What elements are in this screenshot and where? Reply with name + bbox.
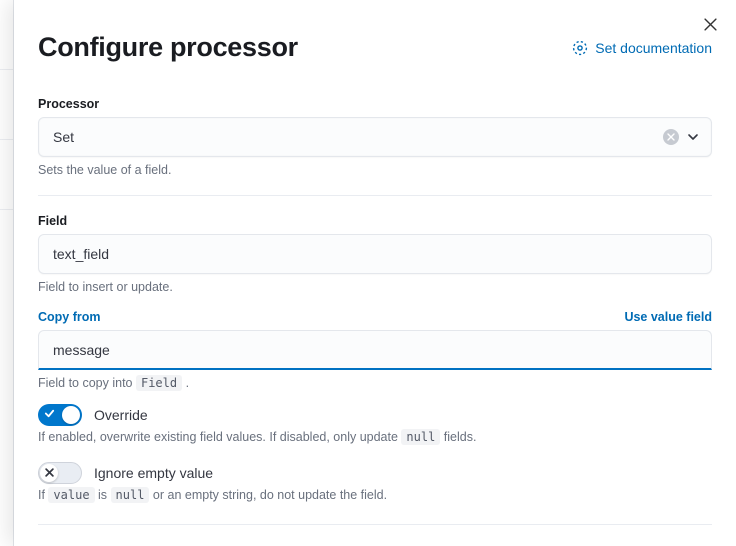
close-icon: [45, 468, 54, 477]
override-toggle[interactable]: [38, 404, 82, 426]
ignore-empty-toggle[interactable]: [38, 462, 82, 484]
ignore-empty-p2: is: [95, 488, 111, 502]
field-label: Field: [38, 214, 712, 228]
ignore-empty-label: Ignore empty value: [94, 465, 213, 481]
chevron-down-icon: [687, 131, 699, 143]
override-label: Override: [94, 407, 148, 423]
copy-from-group: Copy from Use value field Field to copy …: [38, 310, 712, 390]
use-value-field-link[interactable]: Use value field: [624, 310, 712, 324]
field-description: Field to insert or update.: [38, 280, 712, 294]
documentation-link[interactable]: Set documentation: [572, 40, 712, 56]
ignore-empty-p1: If: [38, 488, 48, 502]
ignore-empty-c2: null: [111, 487, 150, 503]
processor-label: Processor: [38, 97, 712, 111]
check-icon: [44, 408, 55, 419]
expand-processor-dropdown[interactable]: [685, 129, 701, 145]
override-help-suffix: fields.: [440, 430, 476, 444]
close-button[interactable]: [700, 14, 720, 34]
override-help: If enabled, overwrite existing field val…: [38, 430, 712, 444]
divider: [38, 195, 712, 196]
ignore-empty-p3: or an empty string, do not update the fi…: [149, 488, 387, 502]
override-toggle-row: Override: [38, 404, 712, 426]
help-icon: [572, 40, 588, 56]
override-help-prefix: If enabled, overwrite existing field val…: [38, 430, 401, 444]
copy-from-desc-suffix: .: [182, 376, 189, 390]
copy-from-desc-prefix: Field to copy into: [38, 376, 136, 390]
clear-processor-button[interactable]: [663, 129, 679, 145]
documentation-link-label: Set documentation: [595, 40, 712, 56]
processor-selected-value: Set: [39, 129, 663, 145]
copy-from-desc-code: Field: [136, 375, 182, 391]
background-underlay: [0, 0, 14, 546]
divider: [38, 524, 712, 525]
configure-processor-panel: Configure processor Set documentation Pr…: [14, 0, 736, 546]
processor-description: Sets the value of a field.: [38, 163, 712, 177]
copy-from-description: Field to copy into Field .: [38, 376, 712, 390]
copy-from-label: Copy from: [38, 310, 101, 324]
ignore-empty-help: If value is null or an empty string, do …: [38, 488, 712, 502]
processor-field-group: Processor Set Sets the value of a field.: [38, 97, 712, 177]
ignore-empty-toggle-row: Ignore empty value: [38, 462, 712, 484]
close-icon: [667, 133, 675, 141]
field-input[interactable]: [38, 234, 712, 274]
field-group: Field Field to insert or update.: [38, 214, 712, 294]
copy-from-input[interactable]: [38, 330, 712, 370]
override-help-code: null: [401, 429, 440, 445]
close-icon: [704, 18, 717, 31]
page-title: Configure processor: [38, 32, 298, 63]
ignore-empty-c1: value: [48, 487, 94, 503]
processor-select[interactable]: Set: [38, 117, 712, 157]
